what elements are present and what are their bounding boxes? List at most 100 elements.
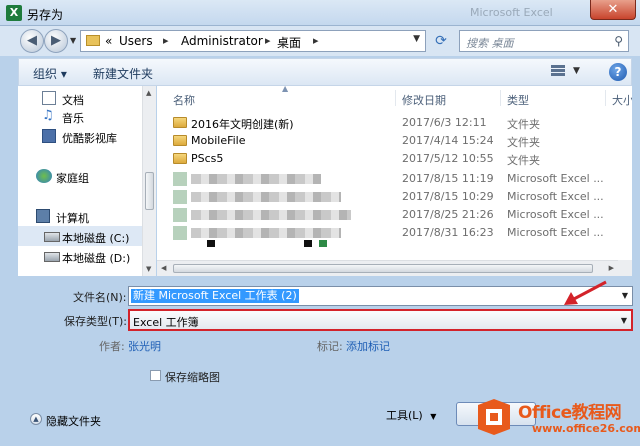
music-icon: ♫ <box>42 108 54 123</box>
title-bar: X 另存为 Microsoft Excel ✕ <box>0 0 640 26</box>
column-separator[interactable] <box>395 90 396 106</box>
sidebar-item-label: 音乐 <box>62 112 84 125</box>
drive-icon <box>44 232 60 242</box>
organize-button[interactable]: 组织 ▾ <box>33 65 67 82</box>
folder-icon <box>173 117 187 128</box>
filetype-select[interactable]: Excel 工作簿 ▼ <box>128 309 633 331</box>
sidebar-item-homegroup[interactable]: 家庭组 <box>18 166 142 186</box>
back-button[interactable]: ◀ <box>20 29 44 53</box>
sidebar-item-drive-d[interactable]: 本地磁盘 (D:) <box>18 246 142 266</box>
scroll-right-icon[interactable]: ▶ <box>609 264 614 272</box>
sort-ascending-icon: ▲ <box>282 84 289 93</box>
table-row[interactable]: 2017/8/15 11:19 Microsoft Excel ... <box>157 170 632 188</box>
breadcrumb-overflow[interactable]: « <box>105 34 112 48</box>
author-value[interactable]: 张光明 <box>128 338 161 354</box>
excel-file-icon <box>173 208 187 222</box>
column-separator[interactable] <box>500 90 501 106</box>
file-date: 2017/6/3 12:11 <box>402 116 487 129</box>
sidebar-item-video-library[interactable]: 优酷影视库 <box>18 126 142 146</box>
scroll-up-icon[interactable]: ▲ <box>146 89 151 97</box>
new-folder-button[interactable]: 新建文件夹 <box>93 65 153 82</box>
horizontal-scrollbar[interactable]: ◀ ▶ <box>157 260 618 276</box>
folder-icon <box>173 135 187 146</box>
tags-label: 标记: <box>317 340 343 353</box>
navigation-scrollbar[interactable]: ▲ ▼ <box>142 86 156 276</box>
filetype-label: 保存类型(T): <box>64 315 128 328</box>
close-button[interactable]: ✕ <box>590 0 636 20</box>
forward-button[interactable]: ▶ <box>44 29 68 53</box>
save-thumbnail-label[interactable]: 保存缩略图 <box>165 369 220 385</box>
table-row[interactable]: 2017/8/25 21:26 Microsoft Excel ... <box>157 206 632 224</box>
column-header-type[interactable]: 类型 <box>507 92 529 108</box>
file-date: 2017/8/31 16:23 <box>402 226 494 239</box>
recent-locations-chevron-icon[interactable]: ▼ <box>70 36 76 45</box>
change-view-icon[interactable] <box>551 65 565 77</box>
scrollbar-thumb[interactable] <box>145 172 154 210</box>
tools-button[interactable]: 工具(L) ▼ <box>386 407 436 423</box>
redacted-file-name <box>191 210 351 220</box>
breadcrumb-administrator[interactable]: Administrator <box>181 34 263 48</box>
computer-icon <box>36 209 50 223</box>
filename-dropdown-icon[interactable]: ▼ <box>622 291 628 300</box>
search-placeholder: 搜索 桌面 <box>466 37 514 50</box>
tools-label: 工具(L) <box>386 409 423 422</box>
sidebar-item-computer[interactable]: 计算机 <box>18 206 142 226</box>
excel-file-icon <box>173 190 187 204</box>
table-row[interactable]: MobileFile 2017/4/14 15:24 文件夹 <box>157 132 632 150</box>
hide-folders-label: 隐藏文件夹 <box>46 415 101 428</box>
table-row[interactable]: PScs5 2017/5/12 10:55 文件夹 <box>157 150 632 168</box>
view-options-chevron-icon[interactable]: ▼ <box>573 66 580 76</box>
sidebar-item-drive-c[interactable]: 本地磁盘 (C:) <box>18 226 142 246</box>
address-row: ◀ ▶ ▼ « Users ▸ Administrator ▸ 桌面 ▸ ▼ ⟳… <box>0 26 640 56</box>
watermark-logo: Office教程网 www.office26.com <box>464 394 640 446</box>
sidebar-item-label: 家庭组 <box>56 172 89 185</box>
refresh-icon[interactable]: ⟳ <box>430 30 452 52</box>
sidebar-item-label: 计算机 <box>56 212 89 225</box>
redaction-mark <box>207 240 215 247</box>
sidebar-item-music[interactable]: ♫ 音乐 <box>18 106 142 126</box>
filetype-dropdown-icon[interactable]: ▼ <box>621 316 627 325</box>
help-icon[interactable]: ? <box>609 63 627 81</box>
save-thumbnail-checkbox[interactable] <box>150 370 161 381</box>
filename-field[interactable]: 新建 Microsoft Excel 工作表 (2) ▼ <box>128 286 633 306</box>
scroll-left-icon[interactable]: ◀ <box>161 264 166 272</box>
file-name: 2016年文明创建(新) <box>191 118 294 131</box>
sidebar-item-documents[interactable]: 文档 <box>18 88 142 108</box>
scroll-down-icon[interactable]: ▼ <box>146 265 151 273</box>
command-bar: 组织 ▾ 新建文件夹 ▼ ? <box>18 58 632 86</box>
annotation-arrow-icon <box>564 280 607 305</box>
scrollbar-corner <box>618 260 632 276</box>
add-tags-link[interactable]: 添加标记 <box>346 338 390 354</box>
redacted-file-name <box>191 174 321 184</box>
table-row[interactable]: 2016年文明创建(新) 2017/6/3 12:11 文件夹 <box>157 114 632 132</box>
file-type: 文件夹 <box>507 136 540 149</box>
search-input[interactable]: 搜索 桌面 ⚲ <box>459 30 629 52</box>
breadcrumb-separator-icon[interactable]: ▸ <box>265 34 271 47</box>
scrollbar-thumb[interactable] <box>173 264 593 273</box>
table-row[interactable]: 2017/8/31 16:23 Microsoft Excel ... <box>157 224 632 242</box>
breadcrumb-users[interactable]: Users <box>119 34 153 48</box>
column-header-name[interactable]: 名称 <box>173 92 195 108</box>
sidebar-item-label: 本地磁盘 (D:) <box>62 252 131 265</box>
breadcrumb-separator-icon[interactable]: ▸ <box>163 34 169 47</box>
column-header-date[interactable]: 修改日期 <box>402 92 446 108</box>
breadcrumb-desktop[interactable]: 桌面 <box>277 34 301 51</box>
forward-arrow-icon: ▶ <box>51 33 61 48</box>
address-dropdown-icon[interactable]: ▼ <box>413 34 420 44</box>
address-bar[interactable]: « Users ▸ Administrator ▸ 桌面 ▸ ▼ <box>80 30 426 52</box>
breadcrumb-separator-icon[interactable]: ▸ <box>313 34 319 47</box>
column-separator[interactable] <box>605 90 606 106</box>
filename-value[interactable]: 新建 Microsoft Excel 工作表 (2) <box>131 289 299 303</box>
sidebar-item-label: 优酷影视库 <box>62 132 117 145</box>
file-list: ▲ 名称 修改日期 类型 大小 2016年文明创建(新) 2017/6/3 12… <box>157 84 632 276</box>
redaction-mark <box>319 240 327 247</box>
table-row[interactable]: 2017/8/15 10:29 Microsoft Excel ... <box>157 188 632 206</box>
column-header-size[interactable]: 大小 <box>612 92 632 108</box>
file-type: 文件夹 <box>507 118 540 131</box>
watermark-url: www.office26.com <box>532 422 640 435</box>
file-type: Microsoft Excel ... <box>507 190 604 203</box>
back-arrow-icon: ◀ <box>27 33 37 48</box>
sidebar-item-label: 本地磁盘 (C:) <box>62 232 130 245</box>
tools-dropdown-icon: ▼ <box>430 412 437 421</box>
search-icon[interactable]: ⚲ <box>614 34 623 48</box>
